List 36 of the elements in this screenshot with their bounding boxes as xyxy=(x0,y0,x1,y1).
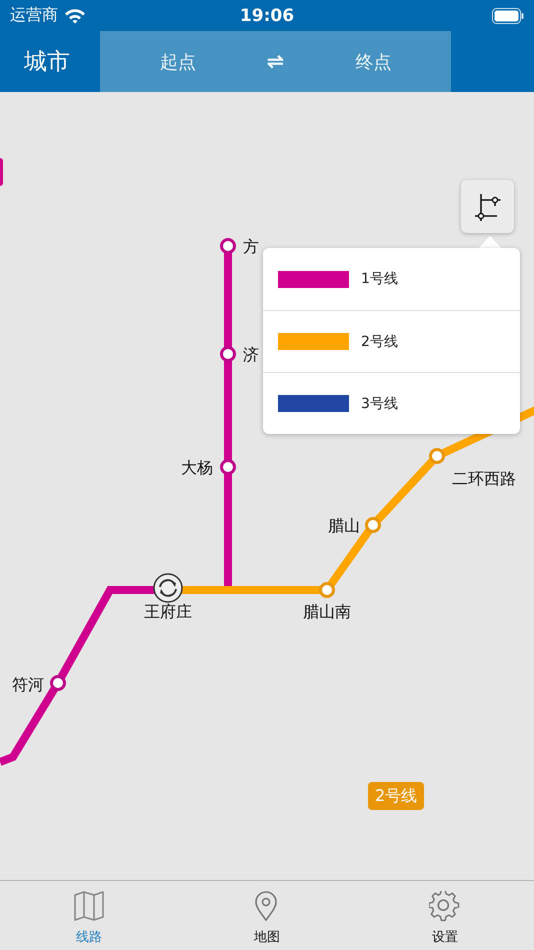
station-label: 符河 xyxy=(12,675,44,694)
station-label: 方 xyxy=(243,237,259,256)
legend-item[interactable]: 1号线 xyxy=(263,248,520,310)
station-marker[interactable] xyxy=(50,675,66,691)
station-label: 腊山南 xyxy=(303,602,351,621)
station-label: 济 xyxy=(243,345,259,364)
station-marker[interactable] xyxy=(319,582,335,598)
legend-label: 2号线 xyxy=(361,332,398,350)
carrier-name: 运营商 xyxy=(10,5,58,26)
station-marker[interactable] xyxy=(429,448,445,464)
legend-item[interactable]: 2号线 xyxy=(263,310,520,372)
tab[interactable]: 设置 xyxy=(356,881,534,950)
station-label: 腊山 xyxy=(328,516,360,535)
tab[interactable]: 地图 xyxy=(178,881,356,950)
wifi-icon xyxy=(64,8,86,24)
line-label xyxy=(0,158,3,186)
station-marker[interactable] xyxy=(220,238,236,254)
legend-label: 3号线 xyxy=(361,394,398,412)
transfer-station-icon[interactable] xyxy=(153,573,183,603)
map-icon xyxy=(73,891,105,923)
station-marker[interactable] xyxy=(220,459,236,475)
battery-icon xyxy=(492,8,524,24)
station-label: 王府庄 xyxy=(144,602,192,621)
settings-icon xyxy=(429,891,461,923)
crop-icon xyxy=(472,192,502,222)
legend-label: 1号线 xyxy=(361,270,398,288)
crop-button[interactable] xyxy=(461,180,514,233)
station-marker[interactable] xyxy=(365,517,381,533)
clock-time: 19:06 xyxy=(238,6,296,26)
station-label: 二环西路 xyxy=(452,469,516,488)
tab[interactable]: 线路 xyxy=(0,881,178,950)
station-label: 大杨 xyxy=(181,458,213,477)
city-selector[interactable]: 城市 xyxy=(0,31,100,92)
line-label: 2号线 xyxy=(368,782,424,810)
station-marker[interactable] xyxy=(220,346,236,362)
legend-item[interactable]: 3号线 xyxy=(263,372,520,434)
